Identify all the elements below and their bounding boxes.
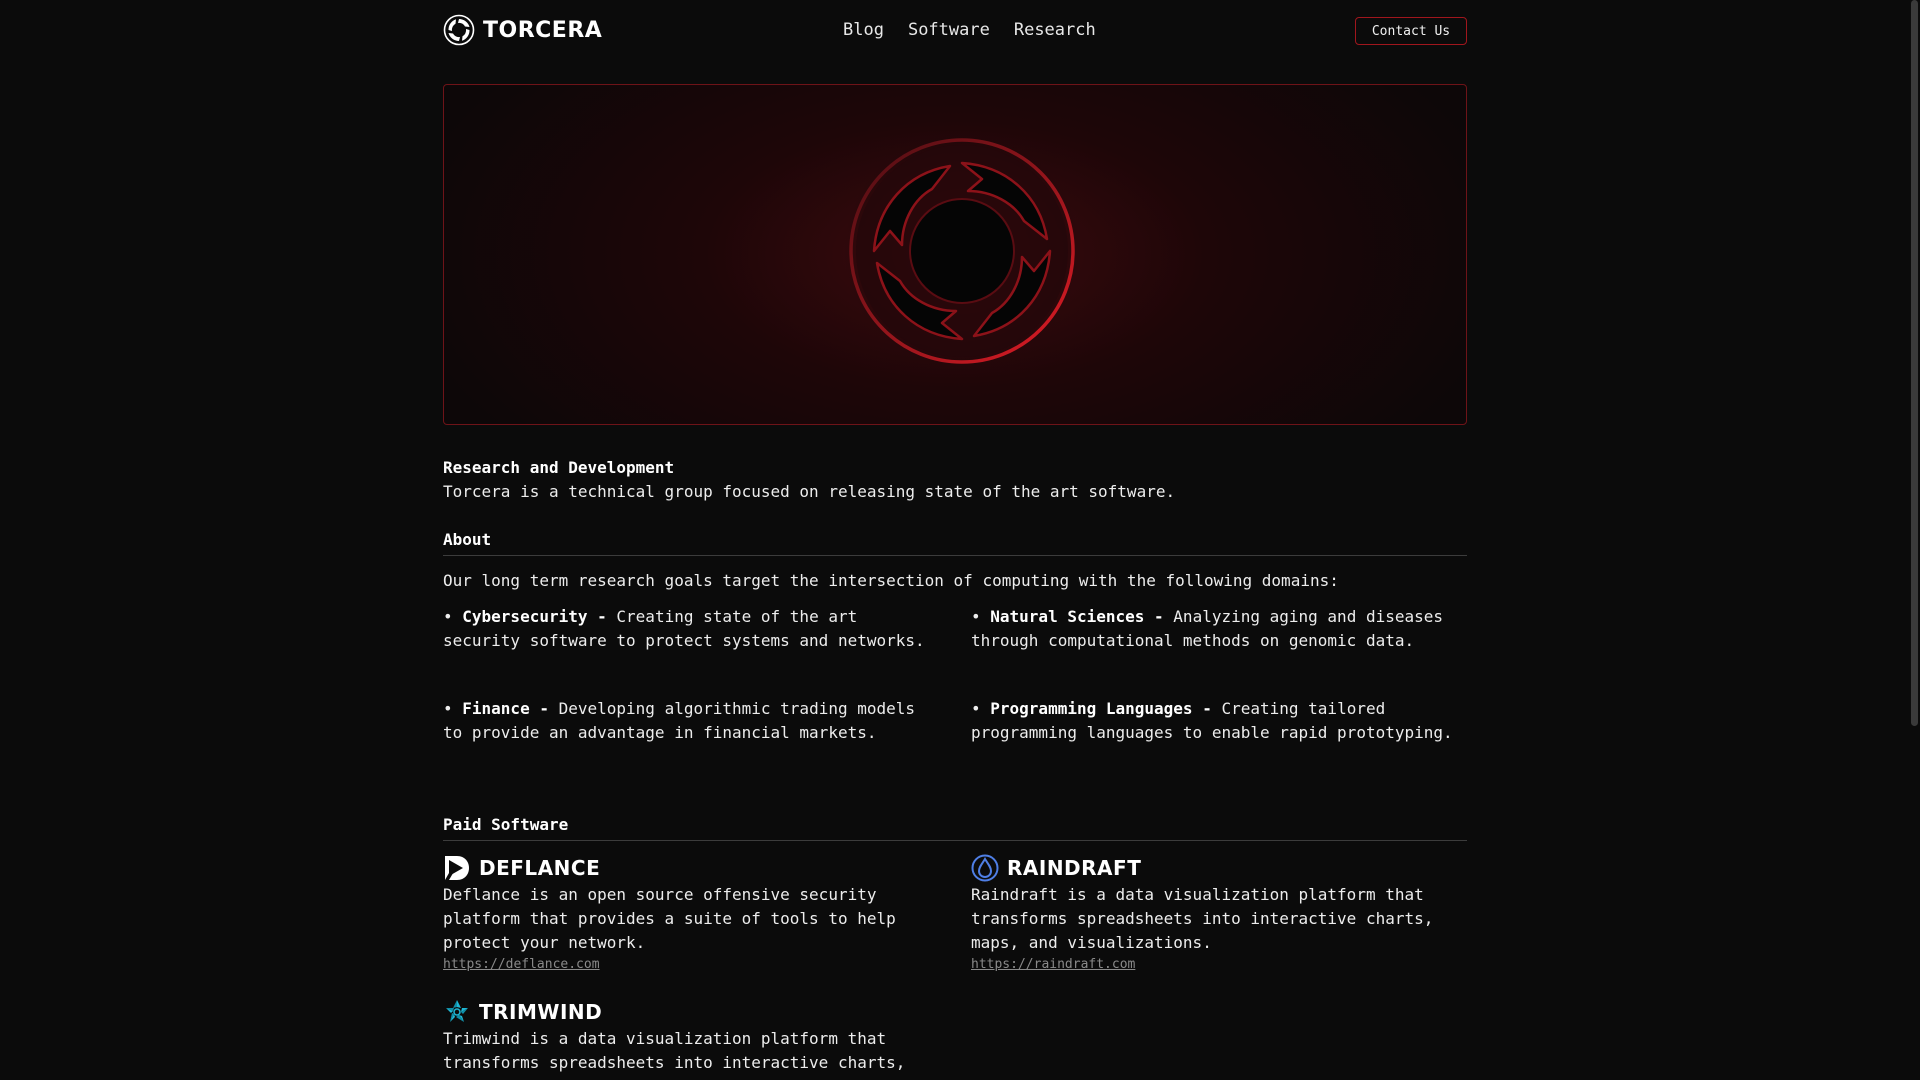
page-scrollbar[interactable] (1908, 0, 1920, 1080)
brand-home-link[interactable]: TORCERA (443, 14, 602, 46)
product-name: DEFLANCE (479, 856, 601, 880)
domain-name: Programming Languages - (990, 699, 1212, 718)
domain-item-finance: • Finance - Developing algorithmic tradi… (443, 699, 916, 742)
product-deflance: DEFLANCE Deflance is an open source offe… (443, 853, 943, 972)
product-link-deflance[interactable]: https://deflance.com (443, 957, 943, 972)
paid-software-heading: Paid Software (443, 815, 1467, 841)
product-name: RAINDRAFT (1007, 856, 1142, 880)
torcera-logo-icon (443, 14, 475, 46)
about-lead: Our long term research goals target the … (443, 571, 1339, 590)
main-nav: Blog Software Research (843, 20, 1096, 40)
intro-text: Torcera is a technical group focused on … (443, 482, 1176, 501)
product-trimwind: TRIMWIND Trimwind is a data visualizatio… (443, 997, 943, 1075)
product-link-raindraft[interactable]: https://raindraft.com (971, 957, 1471, 972)
product-title: TRIMWIND (443, 997, 943, 1027)
page: TORCERA Blog Software Research Contact U… (0, 0, 1920, 1080)
trimwind-logo-icon (446, 1000, 468, 1022)
product-title: DEFLANCE (443, 853, 943, 883)
product-description: Deflance is an open source offensive sec… (443, 885, 896, 952)
domain-name: Finance - (462, 699, 549, 718)
scrollbar-thumb[interactable] (1911, 0, 1918, 726)
intro-section: Research and Development Torcera is a te… (443, 456, 1175, 504)
site-header: TORCERA Blog Software Research Contact U… (443, 0, 1467, 64)
hero-banner (443, 84, 1467, 425)
raindraft-logo-icon (971, 854, 999, 882)
nav-item-research[interactable]: Research (1014, 20, 1096, 40)
brand-name: TORCERA (483, 17, 603, 43)
product-description: Raindraft is a data visualization platfo… (971, 885, 1434, 952)
contact-us-button[interactable]: Contact Us (1355, 17, 1467, 45)
domain-item-programming-languages: • Programming Languages - Creating tailo… (971, 699, 1453, 742)
intro-heading: Research and Development (443, 458, 675, 477)
domain-name: Natural Sciences - (990, 607, 1164, 626)
product-raindraft: RAINDRAFT Raindraft is a data visualizat… (971, 853, 1471, 972)
product-title: RAINDRAFT (971, 853, 1471, 883)
domain-item-cybersecurity: • Cybersecurity - Creating state of the … (443, 607, 925, 650)
product-name: TRIMWIND (479, 1000, 603, 1024)
deflance-logo-icon (445, 856, 469, 880)
about-heading: About (443, 530, 1467, 556)
domain-name: Cybersecurity - (462, 607, 607, 626)
product-description: Trimwind is a data visualization platfor… (443, 1029, 906, 1072)
nav-item-blog[interactable]: Blog (843, 20, 884, 40)
domain-item-natural-sciences: • Natural Sciences - Analyzing aging and… (971, 607, 1444, 650)
nav-item-software[interactable]: Software (908, 20, 990, 40)
torcera-emblem-icon (844, 133, 1080, 369)
main-container: TORCERA Blog Software Research Contact U… (443, 0, 1467, 1072)
